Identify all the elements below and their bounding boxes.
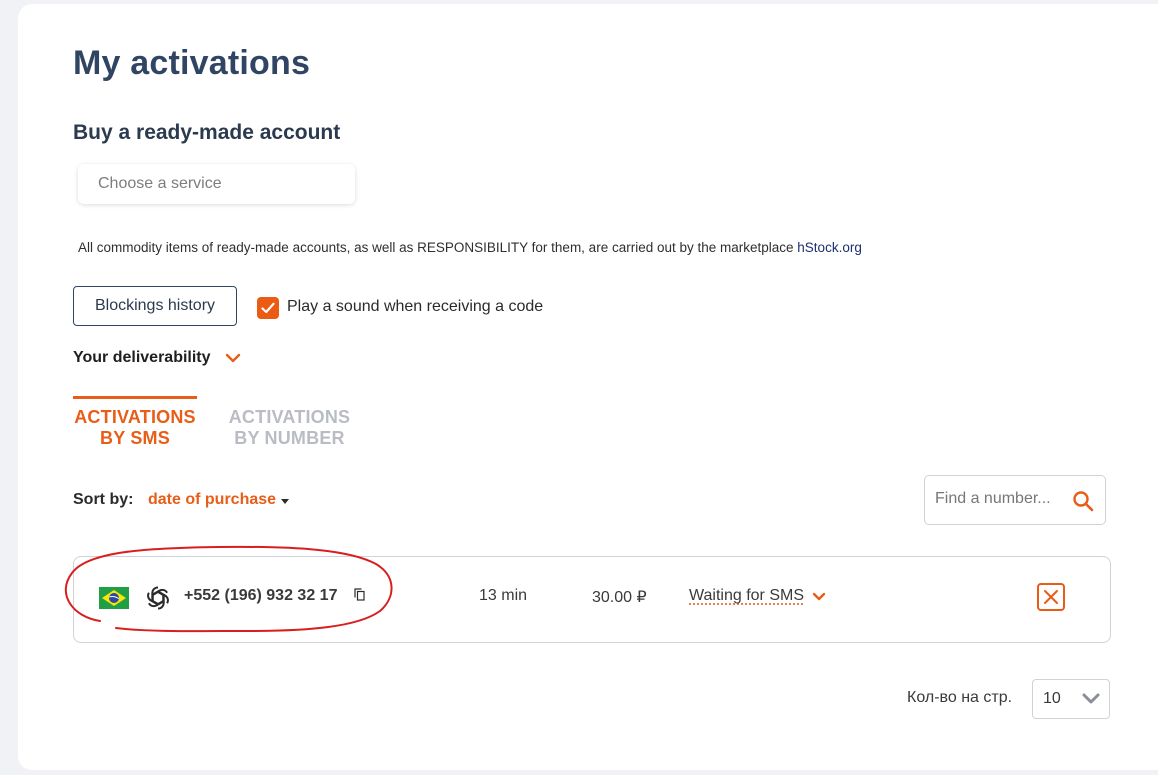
number-search-box [924,475,1106,525]
sound-checkbox[interactable] [257,297,279,319]
per-page-label: Кол-во на стр. [907,689,1013,706]
red-annotation-circle [64,545,393,633]
per-page-select[interactable]: 10 [1032,679,1110,719]
page-title: My activations [73,44,311,82]
buy-account-title: Buy a ready-made account [73,121,341,144]
notice-text: All commodity items of ready-made accoun… [78,240,798,255]
time-left: 13 min [479,587,528,604]
chevron-down-icon [812,592,826,600]
status-text: Waiting for SMS [689,587,804,604]
close-icon [1044,590,1058,604]
sort-label: Sort by: [73,491,134,508]
tab-number-line2: BY NUMBER [234,428,345,448]
blockings-history-button[interactable]: Blockings history [73,286,237,326]
caret-down-icon [281,498,290,504]
checkmark-icon [261,302,275,314]
deliverability-label: Your deliverability [73,349,211,366]
sort-dropdown[interactable]: date of purchase [148,491,290,509]
status-dropdown[interactable]: Waiting for SMS [689,587,826,605]
service-select-placeholder: Choose a service [98,175,222,192]
deliverability-toggle[interactable]: Your deliverability [73,349,241,367]
activation-price: 30.00 ₽ [592,589,647,606]
chevron-down-icon [225,353,240,363]
number-search-input[interactable] [935,490,1065,508]
tab-activations-by-sms[interactable]: ACTIVATIONS BY SMS [73,396,197,449]
cancel-activation-button[interactable] [1037,583,1065,611]
chevron-down-icon [1082,693,1100,704]
per-page-value: 10 [1043,690,1061,707]
main-panel: My activations Buy a ready-made account … [18,4,1158,770]
hstock-link[interactable]: hStock.org [797,240,862,255]
search-icon[interactable] [1072,490,1094,512]
tab-activations-by-number[interactable]: ACTIVATIONS BY NUMBER [226,396,353,449]
sort-value: date of purchase [148,491,277,508]
tab-sms-line2: BY SMS [100,428,170,448]
service-select[interactable]: Choose a service [78,164,355,204]
sound-checkbox-label[interactable]: Play a sound when receiving a code [287,298,543,316]
tab-number-line1: ACTIVATIONS [228,407,351,427]
tab-sms-line1: ACTIVATIONS [74,407,196,427]
blockings-history-label: Blockings history [94,297,216,314]
marketplace-notice: All commodity items of ready-made accoun… [78,240,862,255]
